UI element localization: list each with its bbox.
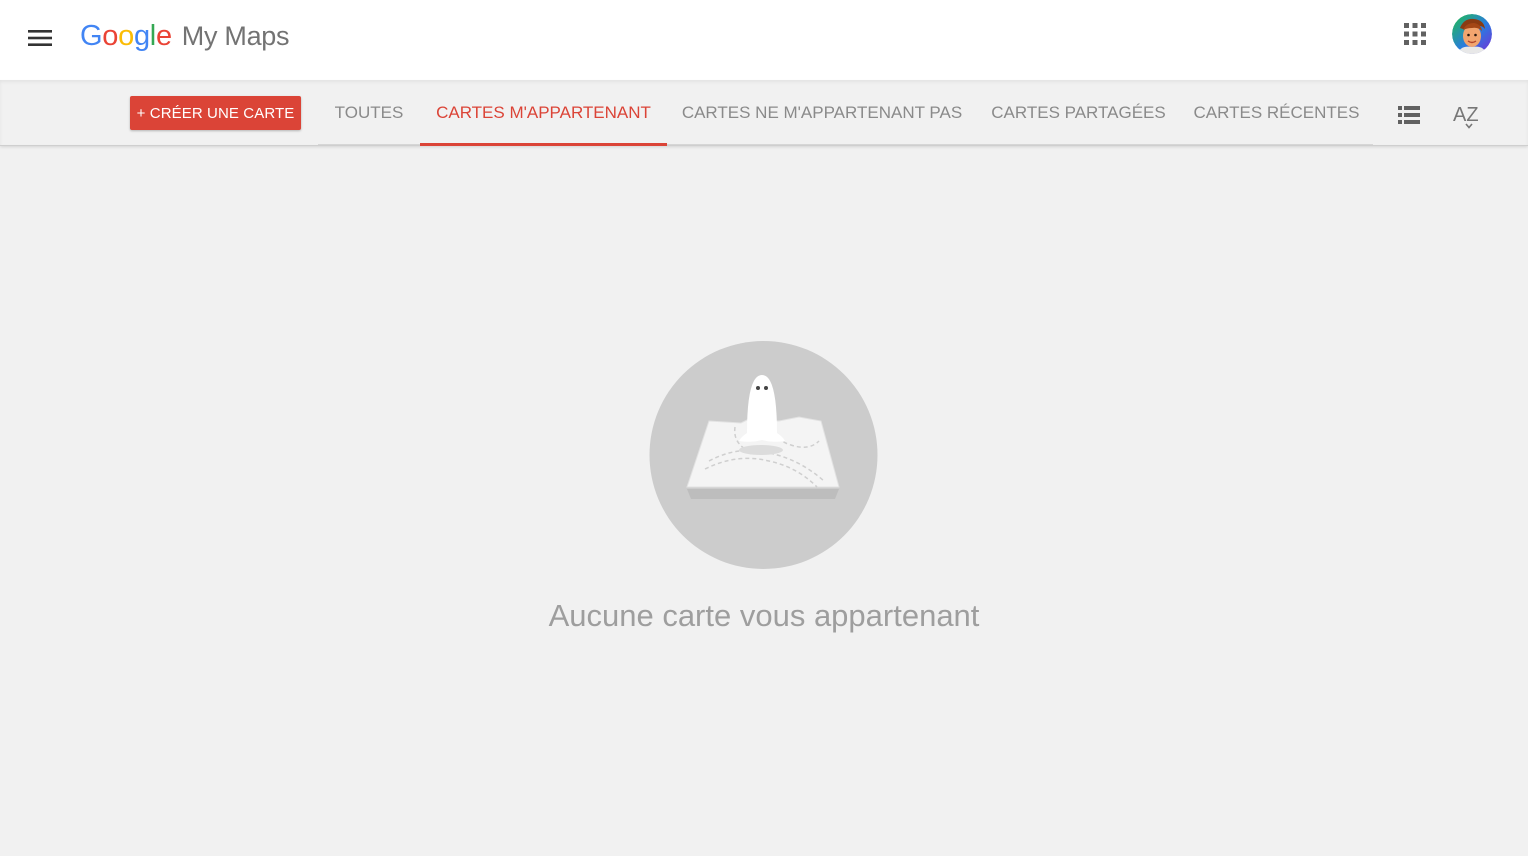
google-wordmark: Google <box>80 20 172 53</box>
logo-letter-o2: o <box>118 20 134 52</box>
filter-tabs: TOUTES CARTES M'APPARTENANT CARTES NE M'… <box>318 80 1373 146</box>
product-name: My Maps <box>181 21 290 51</box>
list-view-icon[interactable] <box>1392 98 1426 132</box>
apps-grid-icon[interactable] <box>1396 15 1434 53</box>
logo-letter-e: e <box>155 20 172 52</box>
tab-shared-maps[interactable]: CARTES PARTAGÉES <box>977 80 1180 145</box>
user-avatar[interactable] <box>1452 14 1492 54</box>
logo-letter-g: G <box>80 20 103 52</box>
empty-state-message: Aucune carte vous appartenant <box>548 598 980 633</box>
tab-all[interactable]: TOUTES <box>318 80 420 145</box>
logo-letter-g2: g <box>133 20 150 52</box>
app-bar: Google My Maps <box>0 0 1528 80</box>
create-map-button[interactable]: + CRÉER UNE CARTE <box>130 96 301 130</box>
toolbar: + CRÉER UNE CARTE TOUTES CARTES M'APPART… <box>0 80 1528 146</box>
tab-recent-maps[interactable]: CARTES RÉCENTES <box>1180 80 1373 145</box>
logo-letter-o1: o <box>102 20 119 52</box>
sort-az-label: AZ <box>1453 104 1479 126</box>
tab-not-owned-maps[interactable]: CARTES NE M'APPARTENANT PAS <box>667 80 977 145</box>
ghost-on-map-icon <box>649 341 878 569</box>
tab-owned-maps[interactable]: CARTES M'APPARTENANT <box>420 80 667 146</box>
hamburger-menu-icon[interactable] <box>20 18 60 58</box>
google-my-maps-logo[interactable]: Google My Maps <box>80 20 290 60</box>
sort-az-icon[interactable]: AZ <box>1450 98 1484 132</box>
